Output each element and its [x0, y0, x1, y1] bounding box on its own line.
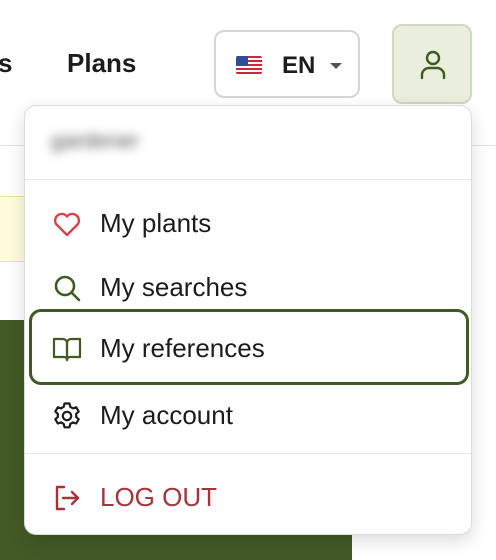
- user-dropdown-menu: gardener My plants My searches My refere…: [24, 105, 472, 535]
- username-label: gardener: [51, 128, 140, 153]
- user-menu-button[interactable]: [392, 24, 472, 104]
- menu-item-my-plants[interactable]: My plants: [29, 191, 469, 251]
- logout-button[interactable]: LOG OUT: [29, 465, 469, 525]
- us-flag-icon: [236, 56, 262, 74]
- menu-item-label: My references: [100, 333, 265, 363]
- menu-divider: [25, 453, 471, 454]
- gear-icon: [54, 402, 80, 429]
- menu-item-my-searches[interactable]: My searches: [29, 255, 469, 315]
- book-icon: [52, 337, 82, 362]
- menu-item-label: My account: [100, 400, 233, 430]
- language-selector[interactable]: EN: [214, 30, 360, 98]
- language-code: EN: [282, 52, 316, 79]
- logout-label: LOG OUT: [100, 482, 218, 512]
- chevron-down-icon: [330, 63, 342, 69]
- logout-icon: [55, 485, 80, 511]
- search-icon: [54, 275, 81, 302]
- menu-divider: [25, 179, 471, 180]
- nav-link-partial[interactable]: s: [0, 48, 12, 79]
- menu-item-label: My plants: [100, 208, 212, 238]
- menu-item-my-account[interactable]: My account: [29, 383, 469, 443]
- heart-icon: [53, 212, 81, 237]
- user-icon: [420, 50, 446, 80]
- menu-item-label: My searches: [100, 272, 248, 302]
- nav-link-plans[interactable]: Plans: [67, 48, 136, 79]
- menu-item-my-references[interactable]: My references: [29, 309, 469, 385]
